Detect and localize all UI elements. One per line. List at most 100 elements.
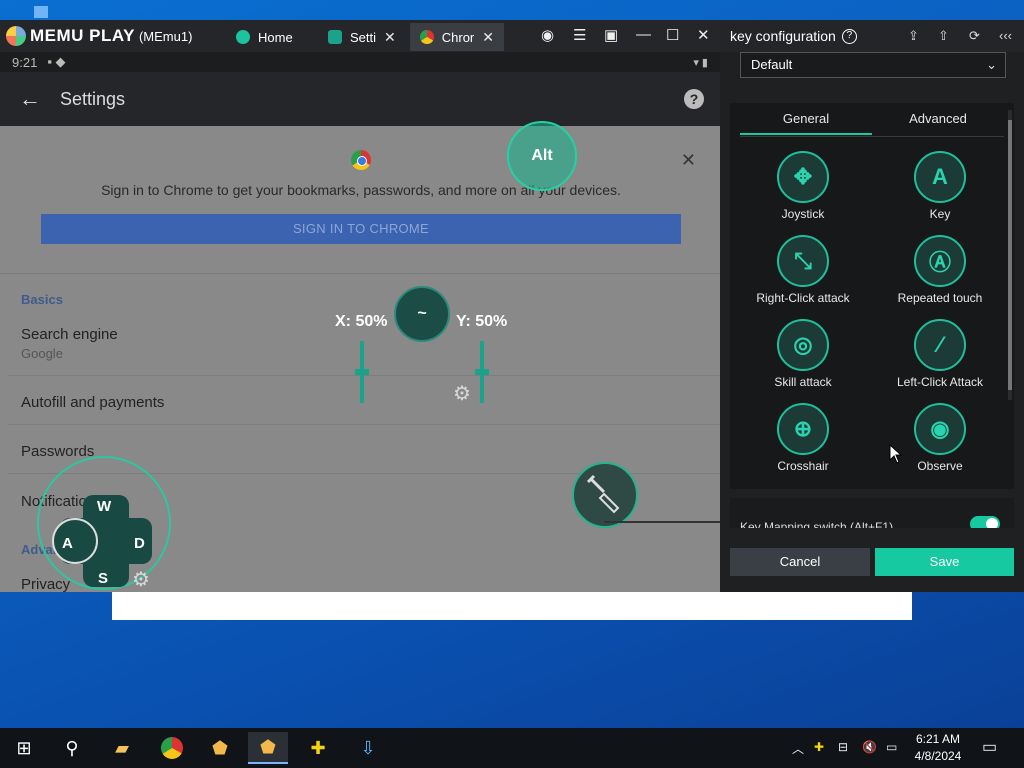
memu-taskbar-icon[interactable]: ⬟ <box>248 732 288 764</box>
memu-instance-name: (MEmu1) <box>138 28 193 44</box>
close-tab-icon[interactable]: ✕ <box>384 29 396 46</box>
key-icon: A <box>914 151 966 203</box>
mouse-cursor-icon <box>889 444 903 464</box>
right-click-attack-line <box>604 521 720 523</box>
search-icon[interactable]: ⚲ <box>52 732 92 764</box>
memu-multi-icon[interactable]: ⬟ <box>200 732 240 764</box>
android-status-bar: 9:21 ▪ ◆ ▾ ▮ <box>0 52 720 72</box>
screen-icon[interactable]: ▣ <box>604 26 618 44</box>
crosshair-icon: ⊕ <box>777 403 829 455</box>
tool-label: Right-Click attack <box>756 291 850 305</box>
tab-advanced[interactable]: Advanced <box>872 111 1004 135</box>
help-circle-icon[interactable]: ? <box>841 28 857 44</box>
wifi-battery-icon: ▾ ▮ <box>693 56 708 69</box>
key-mapping-switch-row: Key Mapping switch (Alt+F1) <box>730 498 1014 528</box>
key-s[interactable]: S <box>98 570 108 587</box>
collapse-panel-icon[interactable]: ‹‹‹ <box>999 28 1012 43</box>
tool-right-click-attack[interactable]: ⤡ Right-Click attack <box>738 235 868 305</box>
tab-divider <box>740 136 1004 137</box>
left-click-attack-icon: ⁄ <box>914 319 966 371</box>
network-icon[interactable]: ⊟ <box>838 740 848 754</box>
tool-left-click-attack[interactable]: ⁄ Left-Click Attack <box>875 319 1005 389</box>
account-icon[interactable]: ◉ <box>541 26 554 44</box>
key-w[interactable]: W <box>97 498 111 515</box>
notification-icon[interactable]: ▭ <box>982 737 997 757</box>
tab-label: Setti <box>350 29 377 45</box>
back-arrow-icon[interactable]: ← <box>0 86 60 112</box>
chrome-taskbar-icon[interactable] <box>152 732 192 764</box>
view-control-key[interactable]: ~ <box>394 286 450 342</box>
setting-search-engine[interactable]: Search engine <box>21 326 118 343</box>
setting-privacy[interactable]: Privacy <box>21 576 70 592</box>
tool-key[interactable]: A Key <box>875 151 1005 221</box>
clock-date: 4/8/2024 <box>914 749 962 763</box>
minimize-icon[interactable]: — <box>636 26 651 43</box>
setting-passwords[interactable]: Passwords <box>21 443 94 460</box>
x-slider-handle[interactable] <box>355 369 369 375</box>
key-mapping-switch-label: Key Mapping switch (Alt+F1) <box>740 520 894 528</box>
tray-plus-icon[interactable]: ✚ <box>814 740 824 754</box>
windows-start-icon[interactable]: ⊞ <box>4 732 44 764</box>
close-tab-icon[interactable]: ✕ <box>482 29 494 46</box>
preset-select[interactable]: Default ⌄ <box>740 52 1006 78</box>
key-mapping-toggle[interactable] <box>970 516 1000 528</box>
signin-promo: ✕ Sign in to Chrome to get your bookmark… <box>0 126 720 274</box>
clock-time: 6:21 AM <box>915 732 961 746</box>
setting-autofill[interactable]: Autofill and payments <box>21 394 164 411</box>
scrollbar-thumb[interactable] <box>1008 120 1012 390</box>
tool-repeated-touch[interactable]: Ⓐ Repeated touch <box>875 235 1005 305</box>
skill-attack-icon: ◎ <box>777 319 829 371</box>
volume-muted-icon[interactable]: 🔇 <box>862 740 877 754</box>
key-d[interactable]: D <box>134 535 145 552</box>
home-tab-icon <box>236 30 250 44</box>
tab-general[interactable]: General <box>740 111 872 135</box>
taskbar: ⊞ ⚲ ▰ ⬟ ⬟ ✚ ⇩ ︿ ✚ ⊟ 🔇 ▭ 6:21 AM 4/8/2024… <box>0 728 1024 768</box>
dpad-a-button[interactable] <box>52 518 98 564</box>
tab-settings[interactable]: Setti ✕ <box>318 23 406 51</box>
maximize-icon[interactable]: ☐ <box>666 26 679 44</box>
display-icon[interactable]: ▭ <box>886 740 897 754</box>
save-button[interactable]: Save <box>875 548 1014 576</box>
file-explorer-icon[interactable]: ▰ <box>102 732 142 764</box>
right-click-attack-icon <box>586 474 620 514</box>
view-settings-gear-icon[interactable]: ⚙ <box>453 381 471 406</box>
tray-chevron-up-icon[interactable]: ︿ <box>792 740 804 757</box>
help-icon[interactable]: ? <box>684 89 704 109</box>
refresh-icon[interactable]: ⟳ <box>969 28 980 44</box>
cancel-button[interactable]: Cancel <box>730 548 870 576</box>
x-sensitivity-label: X: 50% <box>335 313 388 330</box>
divider <box>8 375 720 376</box>
tool-label: Key <box>929 207 951 221</box>
installer-icon[interactable]: ⇩ <box>348 732 388 764</box>
sign-in-button[interactable]: SIGN IN TO CHROME <box>41 214 681 244</box>
tool-skill-attack[interactable]: ◎ Skill attack <box>738 319 868 389</box>
key-tools-panel: General Advanced ✥ Joystick A Key ⤡ Righ… <box>730 103 1014 489</box>
page-title: Settings <box>60 88 126 109</box>
section-basics: Basics <box>21 292 63 307</box>
export-icon[interactable]: ⇪ <box>908 28 919 44</box>
joystick-settings-gear-icon[interactable]: ⚙ <box>132 567 150 592</box>
tab-label: Home <box>258 29 293 45</box>
plus-app-icon[interactable]: ✚ <box>298 732 338 764</box>
tool-crosshair[interactable]: ⊕ Crosshair <box>738 403 868 473</box>
memu-logo: MEMU PLAY (MEmu1) <box>6 26 192 46</box>
alt-key-mapping[interactable]: Alt <box>507 121 577 191</box>
right-click-attack-key[interactable] <box>572 462 638 528</box>
settings-app-bar: ← Settings ? <box>0 72 720 126</box>
import-icon[interactable]: ⇧ <box>938 28 949 44</box>
desktop-icon[interactable] <box>34 6 48 18</box>
key-a[interactable]: A <box>62 535 73 552</box>
memu-title-bar: MEMU PLAY (MEmu1) Home Setti ✕ Chror ✕ ◉… <box>0 20 720 52</box>
tool-joystick[interactable]: ✥ Joystick <box>738 151 868 221</box>
menu-icon[interactable]: ☰ <box>573 26 586 44</box>
tab-chrome[interactable]: Chror ✕ <box>410 23 504 51</box>
tool-label: Joystick <box>781 207 825 221</box>
status-time: 9:21 <box>12 54 38 70</box>
close-window-icon[interactable]: ✕ <box>697 26 710 44</box>
y-slider-handle[interactable] <box>475 369 489 375</box>
tab-home[interactable]: Home <box>226 23 303 51</box>
promo-close-icon[interactable]: ✕ <box>681 150 696 171</box>
taskbar-clock[interactable]: 6:21 AM 4/8/2024 <box>914 731 962 765</box>
key-configuration-panel: key configuration ? ⇪ ⇧ ⟳ ‹‹‹ Default ⌄ … <box>720 20 1024 592</box>
chrome-icon <box>351 150 371 170</box>
